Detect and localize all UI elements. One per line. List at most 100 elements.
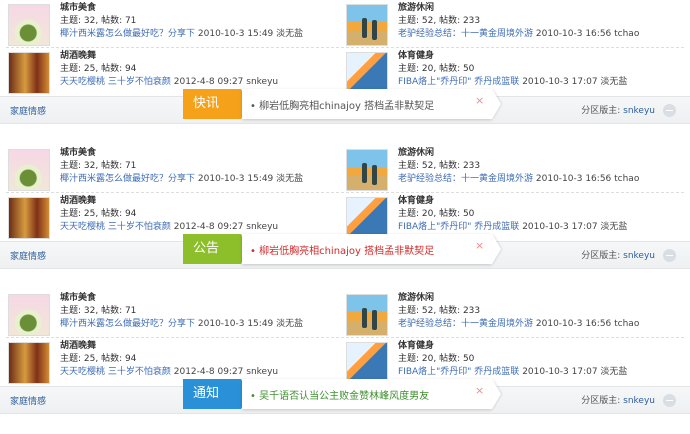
last-post-meta: 2010-10-3 16:56 tchao xyxy=(535,174,640,184)
food-thumbnail-icon[interactable] xyxy=(8,149,50,191)
forum-title[interactable]: 体育健身 xyxy=(398,193,434,206)
collapse-icon[interactable] xyxy=(663,249,676,262)
last-post-meta: 2010-10-3 15:49 淡无盐 xyxy=(197,29,304,39)
last-post-link[interactable]: 天天吃樱桃 三十岁不怕衰颜 xyxy=(60,222,171,232)
forum-counts: 主题: 20, 帖数: 50 xyxy=(398,354,475,364)
close-icon[interactable]: × xyxy=(475,384,484,397)
forum-title[interactable]: 胡酒晚舞 xyxy=(60,193,96,206)
last-post-meta: 2010-10-3 17:07 淡无盐 xyxy=(522,367,628,377)
food-thumbnail-icon[interactable] xyxy=(8,4,50,46)
last-post: 老驴经验总结：十一黄金周境外游 2010-10-3 16:56 tchao xyxy=(398,26,639,39)
notice-text[interactable]: • 柳岩低胸亮相chinajoy 搭档孟非默契足 xyxy=(250,97,434,112)
forum-counts: 主题: 20, 帖数: 50 xyxy=(398,64,475,74)
collapse-icon[interactable] xyxy=(663,104,676,117)
forum-item[interactable]: 旅游休闲 主题: 52, 帖数: 233 老驴经验总结：十一黄金周境外游 2010-… xyxy=(344,290,684,340)
moderator-label: 分区版主: xyxy=(581,106,621,116)
last-post: 椰汁西米露怎么做最好吃？分享下 2010-10-3 15:49 淡无盐 xyxy=(60,26,303,39)
category-name-link[interactable]: 家庭情感 xyxy=(10,249,46,262)
last-post: 椰汁西米露怎么做最好吃？分享下 2010-10-3 15:49 淡无盐 xyxy=(60,171,303,184)
last-post-link[interactable]: 天天吃樱桃 三十岁不怕衰颜 xyxy=(60,77,171,87)
category-name-link[interactable]: 家庭情感 xyxy=(10,104,46,117)
last-post-link[interactable]: 椰汁西米露怎么做最好吃？分享下 xyxy=(60,29,195,39)
forum-title[interactable]: 城市美食 xyxy=(60,0,96,13)
last-post-link[interactable]: FIBA烙上"乔丹印" 乔丹成篮联 xyxy=(398,222,519,232)
forum-item[interactable]: 城市美食 主题: 32, 帖数: 71 椰汁西米露怎么做最好吃？分享下 2010-1… xyxy=(6,145,346,195)
last-post-link[interactable]: FIBA烙上"乔丹印" 乔丹成篮联 xyxy=(398,367,519,377)
sport-thumbnail-icon[interactable] xyxy=(346,52,388,94)
category-name-link[interactable]: 家庭情感 xyxy=(10,394,46,407)
beach-thumbnail-icon[interactable] xyxy=(346,294,388,336)
last-post-meta: 2010-10-3 16:56 tchao xyxy=(535,29,640,39)
last-post: 老驴经验总结：十一黄金周境外游 2010-10-3 16:56 tchao xyxy=(398,171,639,184)
forum-item[interactable]: 旅游休闲 主题: 52, 帖数: 233 老驴经验总结：十一黄金周境外游 2010-… xyxy=(344,0,684,50)
forum-category-block: 城市美食 主题: 32, 帖数: 71 椰汁西米露怎么做最好吃？分享下 2010-1… xyxy=(0,0,690,144)
last-post-link[interactable]: 椰汁西米露怎么做最好吃？分享下 xyxy=(60,174,195,184)
sport-thumbnail-icon[interactable] xyxy=(346,342,388,384)
last-post-meta: 2010-10-3 15:49 淡无盐 xyxy=(197,174,304,184)
last-post: FIBA烙上"乔丹印" 乔丹成篮联 2010-10-3 17:07 淡无盐 xyxy=(398,364,627,377)
last-post: 天天吃樱桃 三十岁不怕衰颜 2012-4-8 09:27 snkeyu xyxy=(60,74,278,87)
food-thumbnail-icon[interactable] xyxy=(8,294,50,336)
last-post-link[interactable]: 老驴经验总结：十一黄金周境外游 xyxy=(398,174,533,184)
notice-text[interactable]: • 吴千语否认当公主败金赞林峰风度男友 xyxy=(250,387,429,402)
last-post-link[interactable]: 椰汁西米露怎么做最好吃？分享下 xyxy=(60,319,195,329)
last-post-meta: 2012-4-8 09:27 snkeyu xyxy=(173,222,279,232)
bar-thumbnail-icon[interactable] xyxy=(8,197,50,239)
forum-title[interactable]: 城市美食 xyxy=(60,290,96,303)
last-post-link[interactable]: 老驴经验总结：十一黄金周境外游 xyxy=(398,29,533,39)
moderator-name-link[interactable]: snkeyu xyxy=(623,251,655,261)
bar-thumbnail-icon[interactable] xyxy=(8,342,50,384)
forum-title[interactable]: 旅游休闲 xyxy=(398,0,434,13)
notice-popup: • 吴千语否认当公主败金赞林峰风度男友 × xyxy=(242,379,492,409)
moderator-name-link[interactable]: snkeyu xyxy=(623,106,655,116)
moderator-name-link[interactable]: snkeyu xyxy=(623,396,655,406)
forum-row: 城市美食 主题: 32, 帖数: 71 椰汁西米露怎么做最好吃？分享下 2010-1… xyxy=(0,145,690,195)
forum-item[interactable]: 旅游休闲 主题: 52, 帖数: 233 老驴经验总结：十一黄金周境外游 2010-… xyxy=(344,145,684,195)
last-post-link[interactable]: 天天吃樱桃 三十岁不怕衰颜 xyxy=(60,367,171,377)
moderator-info: 分区版主: snkeyu xyxy=(581,103,676,117)
last-post: 老驴经验总结：十一黄金周境外游 2010-10-3 16:56 tchao xyxy=(398,316,639,329)
forum-title[interactable]: 体育健身 xyxy=(398,48,434,61)
last-post-link[interactable]: 老驴经验总结：十一黄金周境外游 xyxy=(398,319,533,329)
collapse-icon[interactable] xyxy=(663,394,676,407)
forum-counts: 主题: 32, 帖数: 71 xyxy=(60,306,137,316)
beach-thumbnail-icon[interactable] xyxy=(346,4,388,46)
notice-text[interactable]: • 柳岩低胸亮相chinajoy 搭档孟非默契足 xyxy=(250,242,434,257)
forum-counts: 主题: 32, 帖数: 71 xyxy=(60,161,137,171)
notice-badge: 通知 xyxy=(183,379,249,409)
forum-item[interactable]: 城市美食 主题: 32, 帖数: 71 椰汁西米露怎么做最好吃？分享下 2010-1… xyxy=(6,0,346,50)
forum-item[interactable]: 城市美食 主题: 32, 帖数: 71 椰汁西米露怎么做最好吃？分享下 2010-1… xyxy=(6,290,346,340)
forum-counts: 主题: 20, 帖数: 50 xyxy=(398,209,475,219)
forum-title[interactable]: 体育健身 xyxy=(398,338,434,351)
sport-thumbnail-icon[interactable] xyxy=(346,197,388,239)
forum-row: 城市美食 主题: 32, 帖数: 71 椰汁西米露怎么做最好吃？分享下 2010-1… xyxy=(0,290,690,340)
close-icon[interactable]: × xyxy=(475,239,484,252)
row-divider xyxy=(6,47,684,48)
forum-counts: 主题: 25, 帖数: 94 xyxy=(60,354,137,364)
forum-title[interactable]: 胡酒晚舞 xyxy=(60,48,96,61)
forum-counts: 主题: 52, 帖数: 233 xyxy=(398,16,481,26)
notice-popup: • 柳岩低胸亮相chinajoy 搭档孟非默契足 × xyxy=(242,234,492,264)
forum-counts: 主题: 52, 帖数: 233 xyxy=(398,161,481,171)
beach-thumbnail-icon[interactable] xyxy=(346,149,388,191)
forum-title[interactable]: 旅游休闲 xyxy=(398,290,434,303)
last-post-link[interactable]: FIBA烙上"乔丹印" 乔丹成篮联 xyxy=(398,77,519,87)
moderator-info: 分区版主: snkeyu xyxy=(581,393,676,407)
forum-title[interactable]: 旅游休闲 xyxy=(398,145,434,158)
moderator-label: 分区版主: xyxy=(581,251,621,261)
forum-counts: 主题: 25, 帖数: 94 xyxy=(60,209,137,219)
notice-badge: 公告 xyxy=(183,234,249,264)
notice-popup: • 柳岩低胸亮相chinajoy 搭档孟非默契足 × xyxy=(242,89,492,119)
last-post: 椰汁西米露怎么做最好吃？分享下 2010-10-3 15:49 淡无盐 xyxy=(60,316,303,329)
forum-counts: 主题: 25, 帖数: 94 xyxy=(60,64,137,74)
last-post-meta: 2010-10-3 17:07 淡无盐 xyxy=(522,77,628,87)
bar-thumbnail-icon[interactable] xyxy=(8,52,50,94)
last-post-meta: 2010-10-3 15:49 淡无盐 xyxy=(197,319,304,329)
forum-title[interactable]: 城市美食 xyxy=(60,145,96,158)
last-post: FIBA烙上"乔丹印" 乔丹成篮联 2010-10-3 17:07 淡无盐 xyxy=(398,74,627,87)
last-post-meta: 2012-4-8 09:27 snkeyu xyxy=(173,367,279,377)
close-icon[interactable]: × xyxy=(475,94,484,107)
row-divider xyxy=(6,337,684,338)
forum-row: 城市美食 主题: 32, 帖数: 71 椰汁西米露怎么做最好吃？分享下 2010-1… xyxy=(0,0,690,50)
forum-title[interactable]: 胡酒晚舞 xyxy=(60,338,96,351)
